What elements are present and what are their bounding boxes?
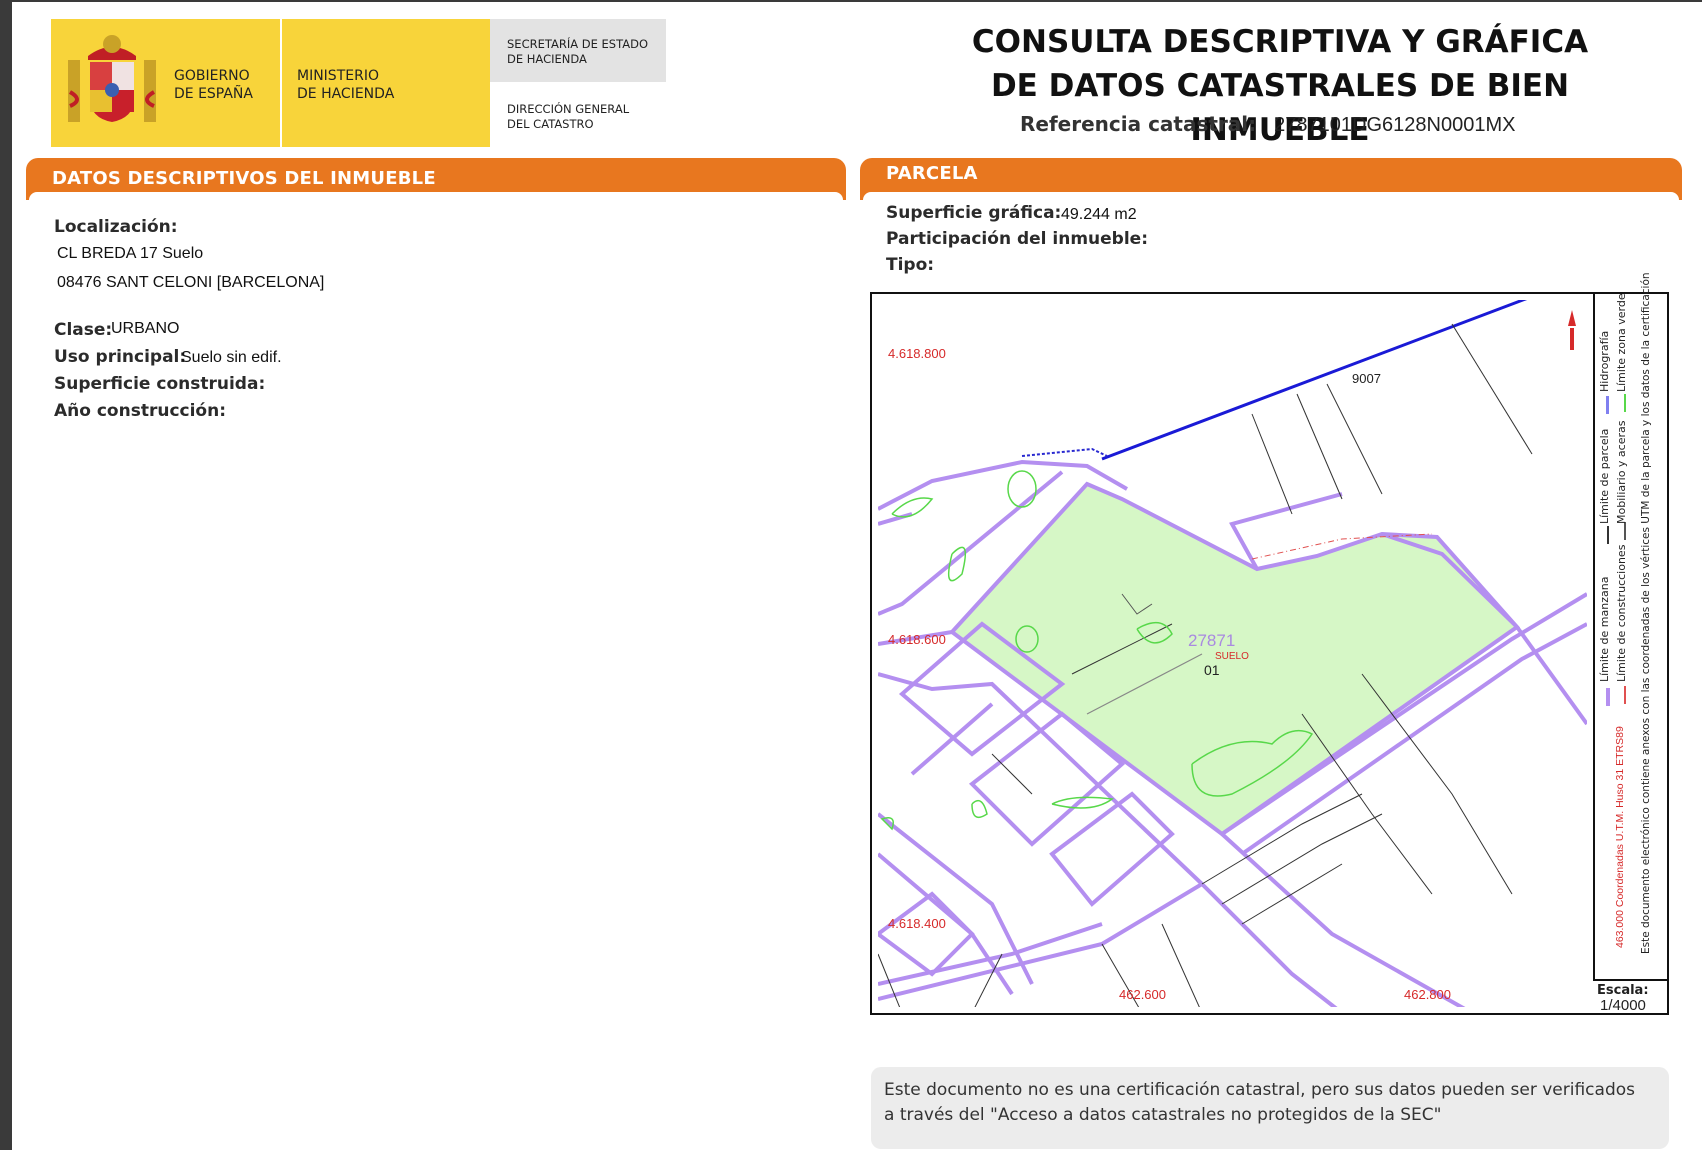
legend-hidrografia: Hidrografía xyxy=(1598,330,1611,392)
parcel-use-label: SUELO xyxy=(1215,651,1249,662)
y-label-4618400: 4.618.400 xyxy=(888,916,946,931)
legend-mobiliario: Mobiliario y aceras xyxy=(1615,420,1628,524)
parcela-section-title: PARCELA xyxy=(886,163,978,184)
x-label-462800: 462.800 xyxy=(1404,987,1451,1002)
ref-label: Referencia catastral: xyxy=(1020,112,1257,136)
localizacion-label: Localización: xyxy=(54,217,178,237)
clase-label: Clase: xyxy=(54,320,113,340)
escala-divider xyxy=(1593,979,1667,981)
address-line-1: CL BREDA 17 Suelo xyxy=(57,245,204,262)
parcela-section-header xyxy=(860,158,1682,200)
direccion-label: DIRECCIÓN GENERAL DEL CATASTRO xyxy=(507,102,630,131)
legend-parcela: Límite de parcela xyxy=(1598,428,1611,524)
participacion-label: Participación del inmueble: xyxy=(886,229,1149,249)
legend-manzana: Límite de manzana xyxy=(1598,576,1611,682)
page-top-edge xyxy=(0,0,1702,2)
ref-value: 2787101DG6128N0001MX xyxy=(1274,114,1516,136)
secretaria-label: SECRETARÍA DE ESTADO DE HACIENDA xyxy=(507,37,649,66)
page-left-edge xyxy=(0,0,12,1150)
parcel-number-label: 27871 xyxy=(1188,631,1236,650)
tipo-label: Tipo: xyxy=(886,255,935,275)
logo-divider xyxy=(280,19,282,147)
legend-construcciones: Límite de construcciones xyxy=(1615,544,1628,682)
uso-principal-value: Suelo sin edif. xyxy=(181,349,282,366)
descriptive-section-title: DATOS DESCRIPTIVOS DEL INMUEBLE xyxy=(52,168,436,189)
superficie-grafica-label: Superficie gráfica: xyxy=(886,203,1062,223)
x-label-462600: 462.600 xyxy=(1119,987,1166,1002)
escala-value: 1/4000 xyxy=(1600,997,1646,1014)
utm-coordinate-note: 463.000 Coordenadas U.T.M. Huso 31 ETRS8… xyxy=(1614,726,1626,948)
superficie-construida-label: Superficie construida: xyxy=(54,374,266,394)
parcel-sub-label: 01 xyxy=(1204,662,1220,678)
escala-label: Escala: xyxy=(1597,983,1649,998)
anio-construccion-label: Año construcción: xyxy=(54,401,227,421)
address-line-2: 08476 SANT CELONI [BARCELONA] xyxy=(57,274,325,291)
y-label-4618800: 4.618.800 xyxy=(888,346,946,361)
verification-notice-text: Este documento no es una certificación c… xyxy=(884,1080,1635,1125)
legend-zona-verde: Límite zona verde xyxy=(1615,293,1628,392)
road-label: 9007 xyxy=(1352,371,1381,386)
y-label-4618600: 4.618.600 xyxy=(888,632,946,647)
legend-divider xyxy=(1593,294,1595,979)
clase-value: URBANO xyxy=(111,320,180,337)
ministerio-label: MINISTERIO DE HACIENDA xyxy=(297,68,395,102)
superficie-grafica-value: 49.244 m2 xyxy=(1061,206,1137,223)
uso-principal-label: Uso principal: xyxy=(54,347,187,367)
cadastral-reference: Referencia catastral: 2787101DG6128N0001M… xyxy=(1020,112,1515,137)
coat-of-arms-icon xyxy=(68,35,156,122)
legend-annex-note: Este documento electrónico contiene anex… xyxy=(1640,272,1652,954)
gobierno-label: GOBIERNO DE ESPAÑA xyxy=(174,68,253,102)
